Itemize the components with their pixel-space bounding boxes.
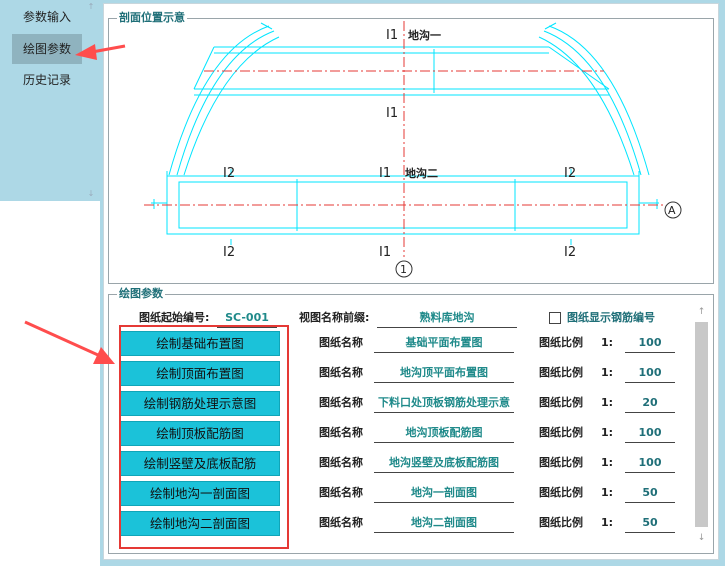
label-l1-bottom: I1	[379, 245, 391, 260]
label-l1-top: I1	[386, 28, 398, 43]
highlight-box	[119, 325, 289, 549]
main-content: 剖面位置示意 I1 地沟一 I1 I1 地沟二 I1 I2 I2 I2 I2 A…	[103, 3, 719, 560]
label-axis-a: A	[668, 204, 676, 217]
label-l1-mid-top: I1	[386, 106, 398, 121]
drawing-name-label: 图纸名称	[319, 426, 363, 439]
params-scrollbar[interactable]: ↑ ↓	[694, 305, 709, 545]
drawing-name-input[interactable]: 下料口处顶板钢筋处理示意	[374, 394, 514, 413]
scale-prefix: 1:	[601, 396, 614, 409]
scale-input[interactable]: 100	[625, 334, 675, 353]
scale-input[interactable]: 50	[625, 514, 675, 533]
scale-input[interactable]: 100	[625, 364, 675, 383]
scale-prefix: 1:	[601, 336, 614, 349]
section-position-group: 剖面位置示意 I1 地沟一 I1 I1 地沟二 I1 I2 I2 I2 I2 A…	[108, 11, 714, 284]
drawing-name-label: 图纸名称	[319, 366, 363, 379]
scroll-down-icon[interactable]: ↓	[694, 533, 709, 543]
scroll-down-icon[interactable]: ↓	[86, 189, 96, 198]
main-panel: 剖面位置示意 I1 地沟一 I1 I1 地沟二 I1 I2 I2 I2 I2 A…	[100, 0, 725, 566]
scale-prefix: 1:	[601, 366, 614, 379]
drawing-name-input[interactable]: 地沟顶平面布置图	[374, 364, 514, 383]
start-number-label: 图纸起始编号:	[139, 311, 210, 324]
prefix-label: 视图名称前缀:	[299, 311, 370, 324]
section-diagram: I1 地沟一 I1 I1 地沟二 I1 I2 I2 I2 I2 A 1	[144, 21, 682, 278]
scale-label: 图纸比例	[539, 396, 583, 409]
sidebar-item-label: 参数输入	[22, 10, 71, 24]
drawing-name-label: 图纸名称	[319, 486, 363, 499]
drawing-name-input[interactable]: 地沟二剖面图	[374, 514, 514, 533]
scale-label: 图纸比例	[539, 516, 583, 529]
drawing-name-input[interactable]: 基础平面布置图	[374, 334, 514, 353]
scale-input[interactable]: 100	[625, 454, 675, 473]
drawing-name-label: 图纸名称	[319, 516, 363, 529]
sidebar-scrollbar[interactable]: ↑ ↓	[86, 2, 96, 198]
scale-label: 图纸比例	[539, 366, 583, 379]
sidebar-item-history[interactable]: 历史记录	[12, 65, 82, 95]
label-l2-right-bottom: I2	[564, 245, 576, 260]
scale-label: 图纸比例	[539, 486, 583, 499]
drawing-name-input[interactable]: 地沟一剖面图	[374, 484, 514, 503]
scroll-up-icon[interactable]: ↑	[86, 2, 96, 11]
show-rebar-checkbox[interactable]	[549, 312, 561, 324]
scale-prefix: 1:	[601, 456, 614, 469]
scale-input[interactable]: 100	[625, 424, 675, 443]
scale-input[interactable]: 20	[625, 394, 675, 413]
scale-label: 图纸比例	[539, 426, 583, 439]
label-trench-1: 地沟一	[408, 28, 441, 42]
drawing-name-label: 图纸名称	[319, 456, 363, 469]
label-l1-mid: I1	[379, 166, 391, 181]
sidebar-item-param-input[interactable]: 参数输入	[12, 2, 82, 32]
sidebar-item-label: 历史记录	[22, 73, 71, 87]
show-rebar-label[interactable]: 图纸显示钢筋编号	[567, 310, 655, 326]
label-l2-left-bottom: I2	[223, 245, 235, 260]
label-l2-right-top: I2	[564, 166, 576, 181]
scale-input[interactable]: 50	[625, 484, 675, 503]
drawing-name-input[interactable]: 地沟顶板配筋图	[374, 424, 514, 443]
drawing-params-group: 绘图参数 图纸起始编号: SC-001 视图名称前缀: 熟料库地沟 图纸显示钢筋…	[108, 287, 714, 554]
label-trench-2: 地沟二	[405, 166, 438, 180]
scroll-thumb[interactable]	[695, 322, 708, 527]
scale-prefix: 1:	[601, 516, 614, 529]
label-axis-1: 1	[400, 263, 407, 276]
scale-label: 图纸比例	[539, 456, 583, 469]
scroll-up-icon[interactable]: ↑	[694, 307, 709, 317]
scale-prefix: 1:	[601, 486, 614, 499]
drawing-params-title: 绘图参数	[117, 287, 165, 301]
prefix-input[interactable]: 熟料库地沟	[377, 309, 517, 328]
sidebar-item-drawing-params[interactable]: 绘图参数	[12, 34, 82, 64]
drawing-name-label: 图纸名称	[319, 336, 363, 349]
sidebar: 参数输入 绘图参数 历史记录 ↑ ↓	[0, 0, 100, 201]
drawing-name-input[interactable]: 地沟竖壁及底板配筋图	[374, 454, 514, 473]
scale-prefix: 1:	[601, 426, 614, 439]
label-l2-left-top: I2	[223, 166, 235, 181]
sidebar-item-label: 绘图参数	[22, 42, 71, 56]
drawing-name-label: 图纸名称	[319, 396, 363, 409]
scale-label: 图纸比例	[539, 336, 583, 349]
